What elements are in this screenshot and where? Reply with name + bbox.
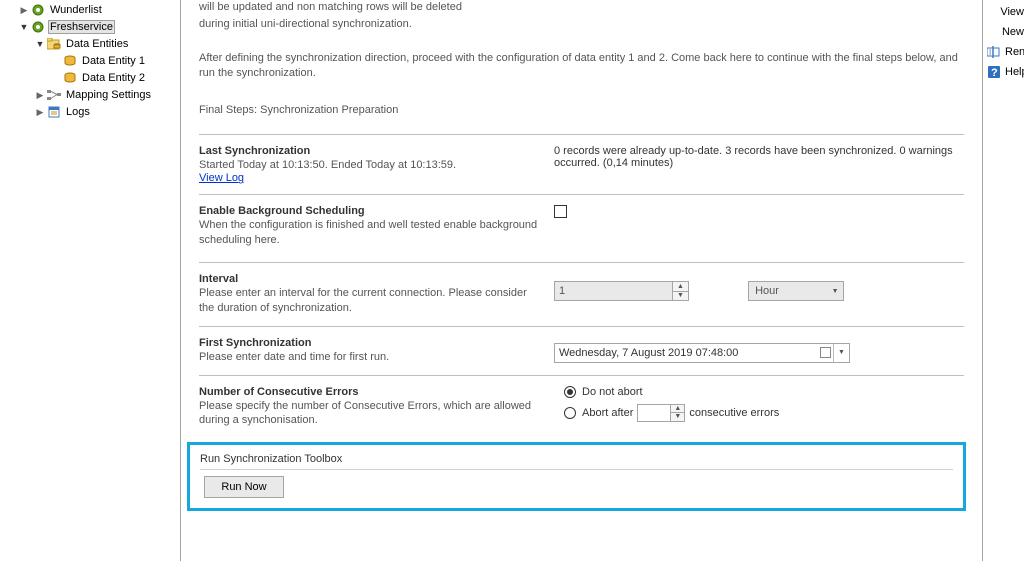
run-now-button[interactable]: Run Now (204, 476, 284, 498)
svg-text:I: I (989, 48, 991, 57)
radio-abort-after[interactable]: Abort after▲▼consecutive errors (564, 404, 964, 422)
bg-sched-desc: When the configuration is finished and w… (199, 218, 544, 248)
chevron-down-icon: ▼ (18, 22, 30, 32)
tree-panel: ▶Wunderlist ▼Freshservice ▼Data Entities… (0, 0, 180, 561)
intro-text-2: during initial uni-directional synchroni… (199, 17, 964, 32)
errors-title: Number of Consecutive Errors (199, 386, 544, 398)
interval-title: Interval (199, 273, 544, 285)
spin-down-icon[interactable]: ▼ (673, 292, 688, 301)
toolbox-title: Run Synchronization Toolbox (200, 453, 953, 470)
abort-after-input[interactable]: ▲▼ (637, 404, 685, 422)
gear-icon (30, 3, 46, 17)
errors-desc: Please specify the number of Consecutive… (199, 399, 544, 429)
tree-label: Logs (64, 106, 92, 118)
tree-label: Data Entities (64, 38, 130, 50)
last-sync-desc: Started Today at 10:13:50. Ended Today a… (199, 158, 544, 173)
chevron-right-icon: ▶ (34, 90, 46, 101)
rp-new[interactable]: New (983, 22, 1024, 42)
rp-rename[interactable]: IRen (983, 42, 1024, 62)
folder-db-icon (46, 37, 62, 51)
tree-label: Mapping Settings (64, 89, 153, 101)
spin-up-icon[interactable]: ▲ (673, 282, 688, 292)
first-sync-title: First Synchronization (199, 337, 544, 349)
right-panel: View New IRen ?Help (982, 0, 1024, 561)
radio-do-not-abort[interactable]: Do not abort (564, 386, 964, 398)
interval-desc: Please enter an interval for the current… (199, 286, 544, 316)
spin-down-icon[interactable]: ▼ (671, 413, 684, 421)
main-panel: will be updated and non matching rows wi… (180, 0, 982, 561)
svg-text:?: ? (991, 67, 998, 79)
chevron-down-icon: ▼ (34, 39, 46, 49)
view-log-link[interactable]: View Log (199, 172, 244, 184)
final-steps-header: Final Steps: Synchronization Preparation (199, 104, 964, 116)
rp-help[interactable]: ?Help (983, 62, 1024, 82)
tree-label: Data Entity 1 (80, 55, 147, 67)
chevron-right-icon: ▶ (34, 107, 46, 118)
gear-icon (30, 20, 46, 34)
interval-unit-select[interactable]: Hour▼ (748, 281, 844, 301)
radio-icon (564, 407, 576, 419)
bg-sched-title: Enable Background Scheduling (199, 205, 544, 217)
tree-label: Data Entity 2 (80, 72, 147, 84)
database-icon (62, 54, 78, 68)
radio-icon (564, 386, 576, 398)
chevron-down-icon: ▼ (827, 282, 843, 300)
intro-text-1: will be updated and non matching rows wi… (199, 0, 964, 15)
tree-item-data-entities[interactable]: ▼ Data Entities (6, 36, 180, 52)
first-sync-desc: Please enter date and time for first run… (199, 350, 544, 365)
instruction-text: After defining the synchronization direc… (199, 51, 964, 82)
tree-label: Wunderlist (48, 4, 104, 16)
chevron-down-icon[interactable]: ▼ (833, 344, 849, 362)
tree-label: Freshservice (48, 20, 115, 34)
run-sync-toolbox-highlight: Run Synchronization Toolbox Run Now (187, 442, 966, 511)
tree-item-data-entity-2[interactable]: Data Entity 2 (6, 70, 180, 86)
rename-icon: I (987, 45, 1001, 59)
rp-view[interactable]: View (983, 2, 1024, 22)
log-icon (46, 105, 62, 119)
last-sync-result: 0 records were already up-to-date. 3 rec… (554, 145, 964, 185)
mapping-icon (46, 88, 62, 102)
interval-value-input[interactable]: 1▲▼ (554, 281, 689, 301)
last-sync-title: Last Synchronization (199, 145, 544, 157)
tree-item-mapping-settings[interactable]: ▶ Mapping Settings (6, 87, 180, 103)
first-sync-datetime-input[interactable]: Wednesday, 7 August 2019 07:48:00 ▼ (554, 343, 850, 363)
database-icon (62, 71, 78, 85)
tree-item-wunderlist[interactable]: ▶ Wunderlist (6, 2, 180, 18)
spin-up-icon[interactable]: ▲ (671, 405, 684, 414)
tree-item-data-entity-1[interactable]: Data Entity 1 (6, 53, 180, 69)
chevron-right-icon: ▶ (18, 5, 30, 16)
bg-sched-checkbox[interactable] (554, 205, 567, 218)
help-icon: ? (987, 65, 1001, 79)
tree-item-logs[interactable]: ▶ Logs (6, 104, 180, 120)
tree-item-freshservice[interactable]: ▼ Freshservice (6, 19, 180, 35)
date-check-icon[interactable] (820, 347, 831, 358)
